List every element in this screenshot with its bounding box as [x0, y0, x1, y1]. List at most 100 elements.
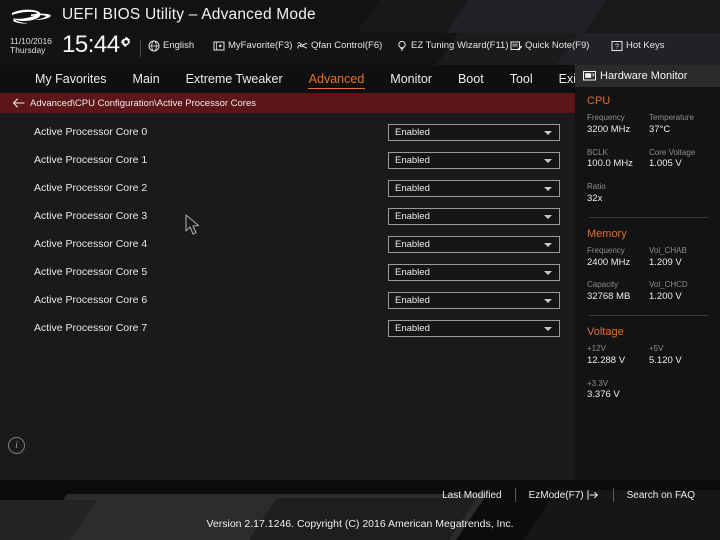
- hw-metric: Frequency 2400 MHz: [587, 246, 649, 270]
- chevron-down-icon: [544, 186, 552, 191]
- hw-metric: +12V 12.288 V: [587, 344, 649, 368]
- lightbulb-icon: [398, 40, 406, 51]
- dropdown-value: Enabled: [395, 294, 430, 306]
- monitor-icon: [583, 70, 596, 80]
- metric-key: Frequency: [587, 113, 625, 122]
- footer-links: Last Modified EzMode(F7) Search on FAQ: [429, 484, 708, 506]
- setting-label: Active Processor Core 5: [34, 266, 148, 278]
- breadcrumb[interactable]: Advanced\CPU Configuration\Active Proces…: [0, 93, 575, 113]
- chevron-down-icon: [544, 214, 552, 219]
- setting-row[interactable]: Active Processor Core 3 Enabled: [0, 202, 575, 230]
- star-note-icon: [213, 41, 225, 51]
- metric-key: Capacity: [587, 280, 619, 290]
- setting-row[interactable]: Active Processor Core 6 Enabled: [0, 286, 575, 314]
- fan-icon: [297, 42, 308, 49]
- question-key-icon: ?: [611, 41, 623, 51]
- tab-monitor[interactable]: Monitor: [377, 65, 445, 93]
- hw-metric: Vol_CHCD 1.200 V: [649, 280, 711, 304]
- gear-icon[interactable]: [120, 36, 132, 48]
- setting-label: Active Processor Core 1: [34, 154, 148, 166]
- chevron-down-icon: [544, 158, 552, 163]
- metric-key: Ratio: [587, 182, 606, 192]
- core-2-dropdown[interactable]: Enabled: [388, 179, 560, 197]
- version-text: Version 2.17.1246. Copyright (C) 2016 Am…: [206, 518, 514, 530]
- tool-ez-tuning-wizard[interactable]: EZ Tuning Wizard(F11): [396, 40, 509, 52]
- metric-value: 32768 MB: [587, 291, 631, 303]
- setting-row[interactable]: Active Processor Core 4 Enabled: [0, 230, 575, 258]
- core-7-dropdown[interactable]: Enabled: [388, 319, 560, 337]
- tool-hot-keys[interactable]: ? Hot Keys: [611, 40, 665, 52]
- chevron-down-icon: [544, 130, 552, 135]
- svg-text:?: ?: [615, 42, 619, 51]
- footer-bar: Last Modified EzMode(F7) Search on FAQ V…: [0, 480, 720, 540]
- hardware-monitor-body: CPU Frequency 3200 MHz Temperature 37°C …: [575, 87, 720, 404]
- metric-key: Vol_CHCD: [649, 280, 688, 290]
- tab-main[interactable]: Main: [120, 65, 173, 93]
- system-clock: 15:44: [62, 33, 120, 58]
- metric-value: 5.120 V: [649, 354, 682, 366]
- tab-extreme-tweaker[interactable]: Extreme Tweaker: [173, 65, 296, 93]
- rog-eye-logo: [12, 9, 51, 24]
- tab-my-favorites[interactable]: My Favorites: [22, 65, 120, 93]
- chevron-down-icon: [544, 326, 552, 331]
- core-5-dropdown[interactable]: Enabled: [388, 263, 560, 281]
- tab-advanced[interactable]: Advanced: [296, 65, 378, 93]
- hw-row: BCLK 100.0 MHz Core Voltage 1.005 V: [587, 148, 720, 172]
- core-0-dropdown[interactable]: Enabled: [388, 123, 560, 141]
- metric-value: 100.0 MHz: [587, 158, 633, 170]
- tool-language[interactable]: English: [148, 40, 194, 52]
- tab-boot[interactable]: Boot: [445, 65, 497, 93]
- metric-value: 3.376 V: [587, 389, 620, 401]
- core-3-dropdown[interactable]: Enabled: [388, 207, 560, 225]
- tool-qfan-control[interactable]: Qfan Control(F6): [296, 40, 382, 52]
- tool-quick-note[interactable]: Quick Note(F9): [510, 40, 589, 52]
- metric-key: Vol_CHAB: [649, 245, 687, 255]
- metric-value: 37°C: [649, 123, 671, 135]
- tool-hotkeys-label: Hot Keys: [626, 40, 665, 52]
- tool-language-label: English: [163, 40, 195, 52]
- core-6-dropdown[interactable]: Enabled: [388, 291, 560, 309]
- setting-row[interactable]: Active Processor Core 2 Enabled: [0, 174, 575, 202]
- info-circle-icon[interactable]: i: [8, 437, 25, 454]
- weekday-value: Thursday: [10, 44, 46, 55]
- settings-list: Active Processor Core 0 Enabled Active P…: [0, 118, 575, 342]
- setting-row[interactable]: Active Processor Core 5 Enabled: [0, 258, 575, 286]
- hw-metric: Temperature 37°C: [649, 113, 711, 137]
- dropdown-value: Enabled: [395, 238, 430, 250]
- core-4-dropdown[interactable]: Enabled: [388, 235, 560, 253]
- exit-arrow-icon: [587, 490, 598, 500]
- tool-qfan-label: Qfan Control(F6): [311, 40, 383, 52]
- setting-row[interactable]: Active Processor Core 0 Enabled: [0, 118, 575, 146]
- hw-metric: +3.3V 3.376 V: [587, 379, 649, 403]
- search-faq-button[interactable]: Search on FAQ: [614, 490, 708, 501]
- hw-metric: Ratio 32x: [587, 182, 649, 206]
- tab-tool[interactable]: Tool: [497, 65, 546, 93]
- section-title-voltage: Voltage: [587, 326, 624, 339]
- setting-row[interactable]: Active Processor Core 7 Enabled: [0, 314, 575, 342]
- dropdown-value: Enabled: [395, 266, 430, 278]
- core-1-dropdown[interactable]: Enabled: [388, 151, 560, 169]
- setting-label: Active Processor Core 0: [34, 126, 148, 138]
- settings-panel: Active Processor Core 0 Enabled Active P…: [0, 113, 575, 480]
- metric-key: +12V: [587, 344, 606, 354]
- hardware-monitor-header: Hardware Monitor: [575, 65, 720, 87]
- header-divider: [140, 40, 141, 57]
- metric-value: 3200 MHz: [587, 123, 631, 135]
- system-date: 11/10/2016 Thursday: [10, 37, 52, 55]
- tool-myfavorite[interactable]: MyFavorite(F3): [213, 40, 292, 52]
- hw-metric: BCLK 100.0 MHz: [587, 148, 649, 172]
- metric-key: Temperature: [649, 113, 694, 122]
- back-arrow-icon[interactable]: [12, 97, 25, 109]
- last-modified-button[interactable]: Last Modified: [429, 490, 514, 501]
- metric-value: 1.200 V: [649, 291, 682, 303]
- note-pencil-icon: [510, 41, 522, 51]
- mouse-pointer-icon: [185, 214, 200, 235]
- hw-row: Ratio 32x: [587, 182, 720, 206]
- metric-key: +3.3V: [587, 378, 609, 388]
- setting-label: Active Processor Core 3: [34, 210, 148, 222]
- dropdown-value: Enabled: [395, 182, 430, 194]
- ez-mode-button[interactable]: EzMode(F7): [516, 490, 613, 501]
- metric-key: +5V: [649, 344, 664, 354]
- setting-row[interactable]: Active Processor Core 1 Enabled: [0, 146, 575, 174]
- nav-tab-list: My Favorites Main Extreme Tweaker Advanc…: [22, 65, 592, 93]
